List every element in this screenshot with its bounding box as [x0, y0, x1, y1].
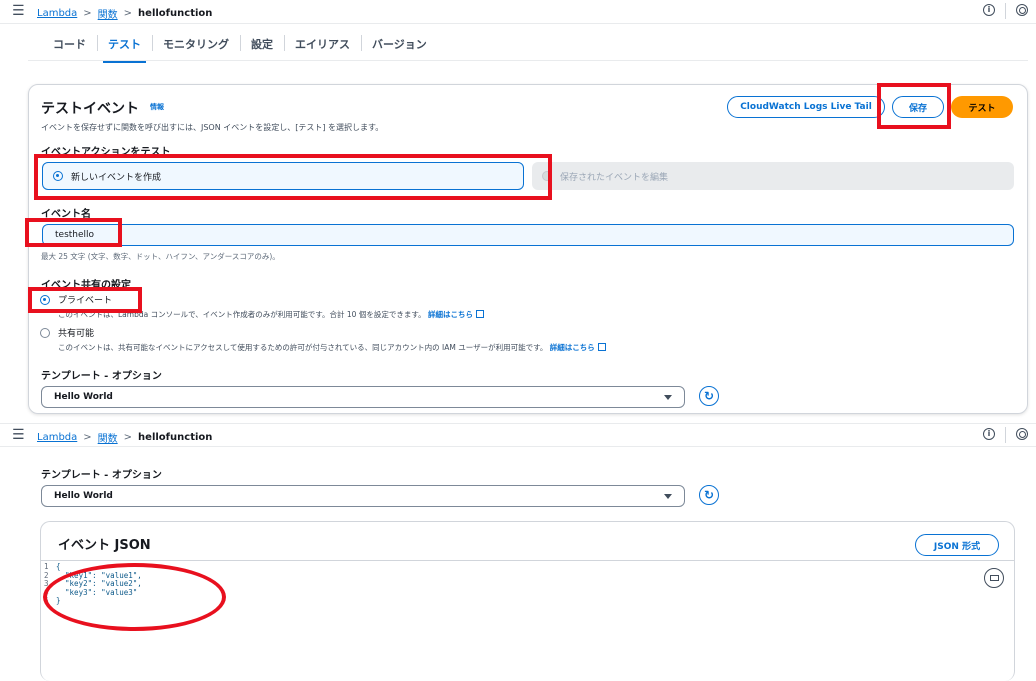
- breadcrumb-current: hellofunction: [138, 8, 213, 19]
- external-link-icon: [597, 343, 606, 351]
- breadcrumb-lambda-link[interactable]: Lambda: [37, 432, 77, 443]
- radio-unselected-icon: [40, 327, 50, 338]
- tab-monitoring[interactable]: モニタリング: [152, 30, 240, 58]
- template-select-value: Hello World: [54, 491, 113, 501]
- template-select[interactable]: Hello World: [41, 386, 685, 408]
- info-icon[interactable]: i: [983, 428, 995, 440]
- function-tabs: コード テスト モニタリング 設定 エイリアス バージョン: [42, 30, 438, 63]
- divider: [1005, 3, 1006, 19]
- template-select[interactable]: Hello World: [41, 485, 685, 507]
- dropdown-caret-icon: [664, 395, 672, 400]
- top-breadcrumb-bar: ☰ Lambda > 関数 > hellofunction i: [0, 423, 1036, 447]
- tab-versions[interactable]: バージョン: [361, 30, 438, 58]
- breadcrumb-functions-link[interactable]: 関数: [98, 430, 118, 445]
- settings-icon[interactable]: [1016, 4, 1028, 16]
- breadcrumb: Lambda > 関数 > hellofunction: [37, 6, 212, 21]
- external-link-icon: [475, 310, 484, 318]
- chevron-right-icon: >: [83, 432, 92, 443]
- tab-configuration[interactable]: 設定: [240, 30, 284, 58]
- learn-more-link[interactable]: 詳細はこちら: [550, 343, 595, 352]
- annotation-box-private: [28, 287, 142, 313]
- annotation-box-save: [877, 83, 951, 129]
- settings-icon[interactable]: [1016, 428, 1028, 440]
- cloudwatch-live-tail-button[interactable]: CloudWatch Logs Live Tail: [727, 96, 885, 118]
- dropdown-caret-icon: [664, 494, 672, 499]
- template-select-value: Hello World: [54, 392, 113, 402]
- template-label: テンプレート - オプション: [41, 371, 162, 382]
- annotation-box-action: [34, 154, 552, 200]
- event-json-title: イベント JSON: [58, 538, 151, 553]
- shareable-option[interactable]: 共有可能: [30, 326, 94, 339]
- chevron-right-icon: >: [123, 8, 133, 19]
- breadcrumb-functions-link[interactable]: 関数: [98, 6, 118, 21]
- shareable-label: 共有可能: [58, 329, 95, 339]
- chevron-right-icon: >: [123, 432, 133, 443]
- divider: [1005, 427, 1006, 443]
- chevron-right-icon: >: [83, 8, 92, 19]
- refresh-icon[interactable]: ↻: [699, 386, 719, 406]
- annotation-ellipse-json: [43, 563, 226, 631]
- tab-aliases[interactable]: エイリアス: [284, 30, 361, 58]
- top-breadcrumb-bar: ☰ Lambda > 関数 > hellofunction i: [0, 0, 1036, 24]
- shareable-description-text: このイベントは、共有可能なイベントにアクセスして使用するための許可が付与されてい…: [58, 343, 548, 352]
- event-name-input[interactable]: testhello: [42, 224, 1014, 246]
- tab-code[interactable]: コード: [42, 30, 97, 58]
- hamburger-menu-icon[interactable]: ☰: [12, 428, 26, 442]
- breadcrumb-lambda-link[interactable]: Lambda: [37, 8, 77, 19]
- event-name-hint: 最大 25 文字 (文字、数字、ドット、ハイフン、アンダースコアのみ)。: [41, 252, 280, 261]
- shareable-description: このイベントは、共有可能なイベントにアクセスして使用するための許可が付与されてい…: [58, 342, 606, 353]
- edit-saved-event-option: 保存されたイベントを編集: [532, 162, 1014, 190]
- breadcrumb: Lambda > 関数 > hellofunction: [37, 430, 212, 445]
- info-link[interactable]: 情報: [150, 102, 164, 112]
- test-button[interactable]: テスト: [951, 96, 1013, 118]
- tab-test[interactable]: テスト: [97, 30, 152, 63]
- json-format-button[interactable]: JSON 形式: [915, 534, 999, 556]
- learn-more-link[interactable]: 詳細はこちら: [428, 310, 473, 319]
- info-icon[interactable]: i: [983, 4, 995, 16]
- test-event-panel: [28, 84, 1028, 414]
- page-title: テストイベント: [41, 101, 139, 117]
- hamburger-menu-icon[interactable]: ☰: [12, 4, 26, 18]
- breadcrumb-current: hellofunction: [138, 432, 213, 443]
- refresh-icon[interactable]: ↻: [699, 485, 719, 505]
- annotation-box-name: [25, 218, 122, 247]
- tab-divider: [28, 60, 1028, 61]
- edit-saved-event-label: 保存されたイベントを編集: [560, 172, 669, 183]
- test-event-description: イベントを保存せずに関数を呼び出すには、JSON イベントを設定し、[テスト] …: [41, 123, 384, 132]
- template-label: テンプレート - オプション: [41, 470, 162, 481]
- keyboard-icon[interactable]: [984, 568, 1004, 588]
